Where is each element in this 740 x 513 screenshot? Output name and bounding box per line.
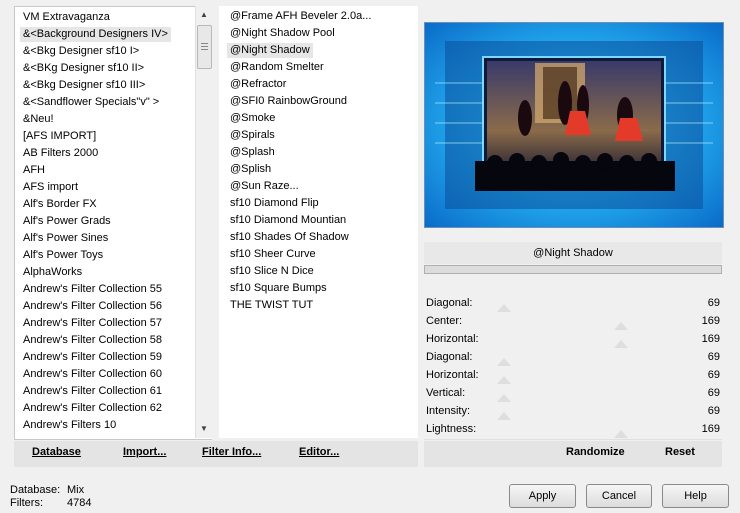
scroll-thumb[interactable] (197, 25, 212, 69)
category-item[interactable]: &<Sandflower Specials"v" > (20, 95, 162, 110)
filter-item[interactable]: @Splash (227, 145, 278, 160)
filter-info-button[interactable]: Filter Info... (202, 446, 261, 458)
filter-item[interactable]: sf10 Sheer Curve (227, 247, 319, 262)
category-item[interactable]: Alf's Power Grads (20, 214, 114, 229)
scroll-up-icon[interactable]: ▲ (196, 7, 212, 23)
param-label: Vertical: (426, 387, 466, 399)
slider-thumb[interactable] (497, 376, 511, 384)
param-slider[interactable]: Diagonal: 69 (424, 349, 722, 368)
param-value: 69 (707, 369, 720, 381)
category-item[interactable]: AFS import (20, 180, 81, 195)
database-value: Mix (67, 484, 85, 496)
param-value: 69 (707, 297, 720, 309)
category-item[interactable]: Andrew's Filter Collection 62 (20, 401, 165, 416)
slider-thumb[interactable] (497, 358, 511, 366)
filters-label: Filters: (10, 497, 43, 509)
param-label: Horizontal: (426, 333, 479, 345)
category-item[interactable]: AlphaWorks (20, 265, 85, 280)
param-slider[interactable]: Horizontal: 69 (424, 367, 722, 386)
category-item[interactable]: Andrew's Filter Collection 57 (20, 316, 165, 331)
category-item[interactable]: Andrew's Filter Collection 55 (20, 282, 165, 297)
param-label: Intensity: (426, 405, 471, 417)
preview-image (424, 22, 724, 228)
param-value: 169 (701, 333, 720, 345)
param-label: Diagonal: (426, 297, 473, 309)
filter-item[interactable]: @Refractor (227, 77, 289, 92)
filter-item[interactable]: @Night Shadow Pool (227, 26, 338, 41)
param-value: 69 (707, 387, 720, 399)
database-label: Database: (10, 484, 61, 496)
param-slider[interactable]: Horizontal: 169 (424, 331, 722, 350)
category-item[interactable]: AFH (20, 163, 48, 178)
param-slider[interactable]: Diagonal: 69 (424, 295, 722, 314)
param-label: Horizontal: (426, 369, 479, 381)
param-value: 169 (701, 423, 720, 435)
help-button[interactable]: Help (662, 484, 729, 508)
slider-thumb[interactable] (497, 304, 511, 312)
preview-scene-icon (425, 23, 723, 227)
filter-item[interactable]: @Night Shadow (227, 43, 313, 58)
apply-button[interactable]: Apply (509, 484, 576, 508)
filter-item[interactable]: @Splish (227, 162, 274, 177)
slider-thumb[interactable] (497, 394, 511, 402)
category-item[interactable]: &<Bkg Designer sf10 III> (20, 78, 148, 93)
param-value: 169 (701, 315, 720, 327)
filters-value: 4784 (67, 497, 92, 509)
param-label: Center: (426, 315, 463, 327)
scroll-down-icon[interactable]: ▼ (196, 421, 212, 437)
filter-item[interactable]: @Smoke (227, 111, 278, 126)
filter-item[interactable]: @SFI0 RainbowGround (227, 94, 350, 109)
cancel-button[interactable]: Cancel (586, 484, 652, 508)
filter-item[interactable]: THE TWIST TUT (227, 298, 316, 313)
param-value: 69 (707, 351, 720, 363)
slider-thumb[interactable] (614, 430, 628, 438)
filter-item[interactable]: sf10 Diamond Flip (227, 196, 322, 211)
param-label: Lightness: (426, 423, 477, 435)
progress-bar (424, 265, 722, 274)
category-item[interactable]: Andrew's Filters 10 (20, 418, 119, 433)
param-slider[interactable]: Center: 169 (424, 313, 722, 332)
editor-button[interactable]: Editor... (299, 446, 339, 458)
category-item[interactable]: &<BKg Designer sf10 II> (20, 61, 147, 76)
param-label: Diagonal: (426, 351, 473, 363)
slider-thumb[interactable] (614, 340, 628, 348)
category-item[interactable]: Andrew's Filter Collection 58 (20, 333, 165, 348)
param-slider[interactable]: Lightness: 169 (424, 421, 722, 440)
category-item[interactable]: [AFS IMPORT] (20, 129, 99, 144)
category-item[interactable]: VM Extravaganza (20, 10, 113, 25)
category-item[interactable]: AB Filters 2000 (20, 146, 101, 161)
category-item[interactable]: Alf's Power Sines (20, 231, 111, 246)
param-value: 69 (707, 405, 720, 417)
filter-item[interactable]: @Sun Raze... (227, 179, 302, 194)
filter-item[interactable]: @Frame AFH Beveler 2.0a... (227, 9, 374, 24)
filter-list[interactable]: @Frame AFH Beveler 2.0a... @Night Shadow … (219, 6, 418, 438)
category-item[interactable]: Alf's Power Toys (20, 248, 106, 263)
category-item[interactable]: &<Bkg Designer sf10 I> (20, 44, 142, 59)
param-slider[interactable]: Intensity: 69 (424, 403, 722, 422)
param-slider[interactable]: Vertical: 69 (424, 385, 722, 404)
category-item[interactable]: &<Background Designers IV> (20, 27, 171, 42)
randomize-button[interactable]: Randomize (566, 446, 625, 458)
import-button[interactable]: Import... (123, 446, 166, 458)
slider-thumb[interactable] (497, 412, 511, 420)
filter-item[interactable]: sf10 Diamond Mountian (227, 213, 349, 228)
category-item[interactable]: &Neu! (20, 112, 57, 127)
category-list[interactable]: VM Extravaganza &<Background Designers IV… (14, 6, 212, 440)
filter-item[interactable]: @Random Smelter (227, 60, 327, 75)
database-button[interactable]: Database (32, 446, 81, 458)
category-item[interactable]: Andrew's Filter Collection 61 (20, 384, 165, 399)
category-scrollbar[interactable]: ▲ ▼ (195, 6, 212, 438)
category-item[interactable]: Andrew's Filter Collection 59 (20, 350, 165, 365)
filter-name-display: @Night Shadow (424, 242, 722, 264)
filter-item[interactable]: sf10 Square Bumps (227, 281, 330, 296)
category-item[interactable]: Andrew's Filter Collection 60 (20, 367, 165, 382)
category-item[interactable]: Andrew's Filter Collection 56 (20, 299, 165, 314)
filter-item[interactable]: sf10 Shades Of Shadow (227, 230, 352, 245)
category-item[interactable]: Alf's Border FX (20, 197, 100, 212)
filter-item[interactable]: sf10 Slice N Dice (227, 264, 317, 279)
filter-item[interactable]: @Spirals (227, 128, 278, 143)
reset-button[interactable]: Reset (665, 446, 695, 458)
slider-thumb[interactable] (614, 322, 628, 330)
